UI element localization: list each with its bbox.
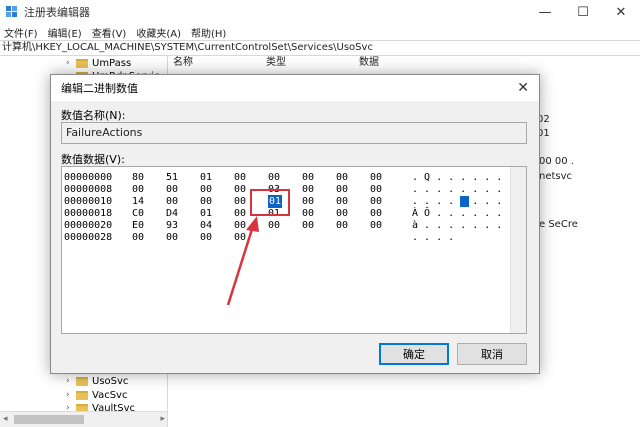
annotation-arrow bbox=[226, 216, 259, 306]
